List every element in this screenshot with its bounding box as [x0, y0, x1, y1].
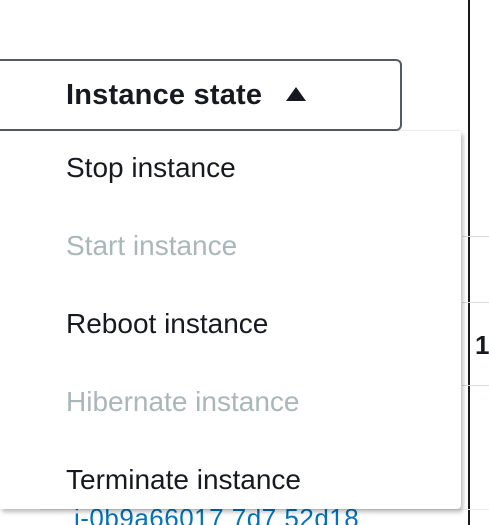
caret-up-icon [286, 87, 307, 101]
panel-divider [468, 0, 470, 525]
ec2-console-viewport: 1 i-0b9a66017 7d7 52d18 Instance state S… [0, 0, 489, 525]
menu-item-reboot-instance[interactable]: Reboot instance [66, 308, 268, 340]
instance-id-link[interactable]: i-0b9a66017 7d7 52d18 [74, 509, 359, 525]
menu-item-start-instance: Start instance [66, 230, 238, 261]
menu-item-terminate-instance[interactable]: Terminate instance [66, 464, 301, 496]
menu-item-hibernate-instance: Hibernate instance [66, 386, 300, 417]
table-cell-value: 1 [475, 330, 489, 360]
table-row-divider [462, 302, 489, 303]
instance-state-menu: Stop instance Start instance Reboot inst… [0, 131, 461, 509]
instance-state-label: Instance state [66, 78, 263, 111]
instance-state-button[interactable]: Instance state [0, 59, 402, 131]
table-row-divider [462, 236, 489, 237]
instance-table-row: i-0b9a66017 7d7 52d18 [40, 509, 489, 525]
table-row-divider [462, 385, 489, 386]
menu-item-stop-instance[interactable]: Stop instance [66, 152, 236, 184]
